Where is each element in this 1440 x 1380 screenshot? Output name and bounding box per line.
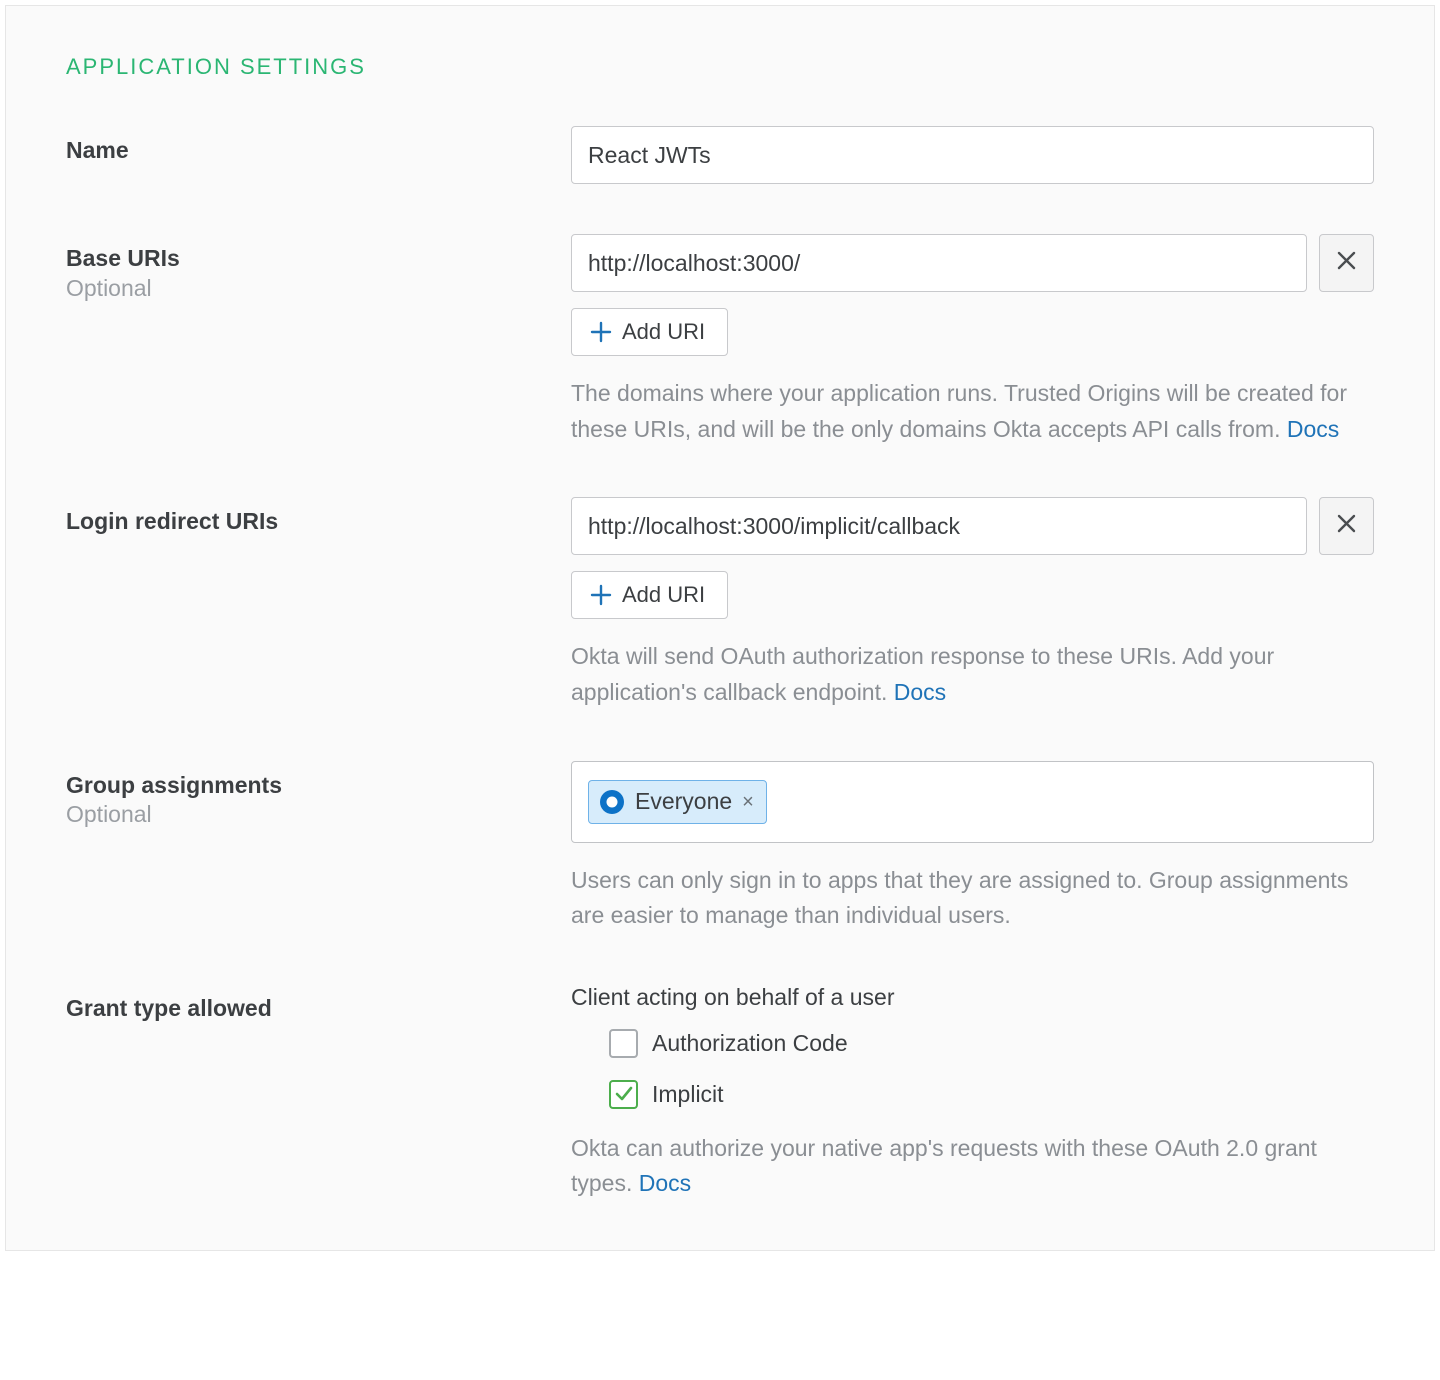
field-login-redirect-uris: Login redirect URIs Add URI Okta will se… xyxy=(66,497,1374,710)
name-label: Name xyxy=(66,136,571,165)
add-login-redirect-button[interactable]: Add URI xyxy=(571,571,728,619)
field-name: Name xyxy=(66,126,1374,184)
base-uris-label: Base URIs xyxy=(66,244,571,273)
application-settings-panel: APPLICATION SETTINGS Name Base URIs Opti… xyxy=(5,5,1435,1251)
add-base-uri-button[interactable]: Add URI xyxy=(571,308,728,356)
add-uri-label: Add URI xyxy=(622,319,705,345)
group-assignments-optional: Optional xyxy=(66,801,571,828)
remove-login-redirect-button[interactable] xyxy=(1319,497,1374,555)
group-assignments-help: Users can only sign in to apps that they… xyxy=(571,863,1374,934)
authorization-code-checkbox[interactable] xyxy=(609,1029,638,1058)
add-uri-label: Add URI xyxy=(622,582,705,608)
plus-icon xyxy=(590,321,612,343)
login-redirect-docs-link[interactable]: Docs xyxy=(894,679,946,705)
name-input[interactable] xyxy=(571,126,1374,184)
group-assignments-label: Group assignments xyxy=(66,771,571,800)
grant-type-subheading: Client acting on behalf of a user xyxy=(571,984,1374,1011)
base-uris-help: The domains where your application runs.… xyxy=(571,376,1374,447)
remove-base-uri-button[interactable] xyxy=(1319,234,1374,292)
field-group-assignments: Group assignments Optional Everyone × Us… xyxy=(66,761,1374,934)
remove-chip-icon[interactable]: × xyxy=(742,792,754,812)
group-assignments-input[interactable]: Everyone × xyxy=(571,761,1374,843)
close-icon xyxy=(1337,251,1356,275)
group-icon xyxy=(599,789,625,815)
base-uri-input[interactable] xyxy=(571,234,1307,292)
close-icon xyxy=(1337,514,1356,538)
login-redirect-label: Login redirect URIs xyxy=(66,507,571,536)
implicit-label: Implicit xyxy=(652,1081,724,1108)
group-chip-everyone: Everyone × xyxy=(588,780,767,824)
plus-icon xyxy=(590,584,612,606)
section-title: APPLICATION SETTINGS xyxy=(66,54,1374,80)
grant-type-docs-link[interactable]: Docs xyxy=(639,1170,691,1196)
grant-option-implicit: Implicit xyxy=(571,1080,1374,1109)
grant-type-help: Okta can authorize your native app's req… xyxy=(571,1131,1374,1202)
group-chip-label: Everyone xyxy=(635,788,732,815)
base-uris-optional: Optional xyxy=(66,275,571,302)
implicit-checkbox[interactable] xyxy=(609,1080,638,1109)
field-grant-type: Grant type allowed Client acting on beha… xyxy=(66,984,1374,1202)
login-redirect-help: Okta will send OAuth authorization respo… xyxy=(571,639,1374,710)
field-base-uris: Base URIs Optional Add URI The domains w… xyxy=(66,234,1374,447)
login-redirect-input[interactable] xyxy=(571,497,1307,555)
base-uris-docs-link[interactable]: Docs xyxy=(1287,416,1339,442)
authorization-code-label: Authorization Code xyxy=(652,1030,848,1057)
grant-option-authorization-code: Authorization Code xyxy=(571,1029,1374,1058)
grant-type-label: Grant type allowed xyxy=(66,994,571,1023)
